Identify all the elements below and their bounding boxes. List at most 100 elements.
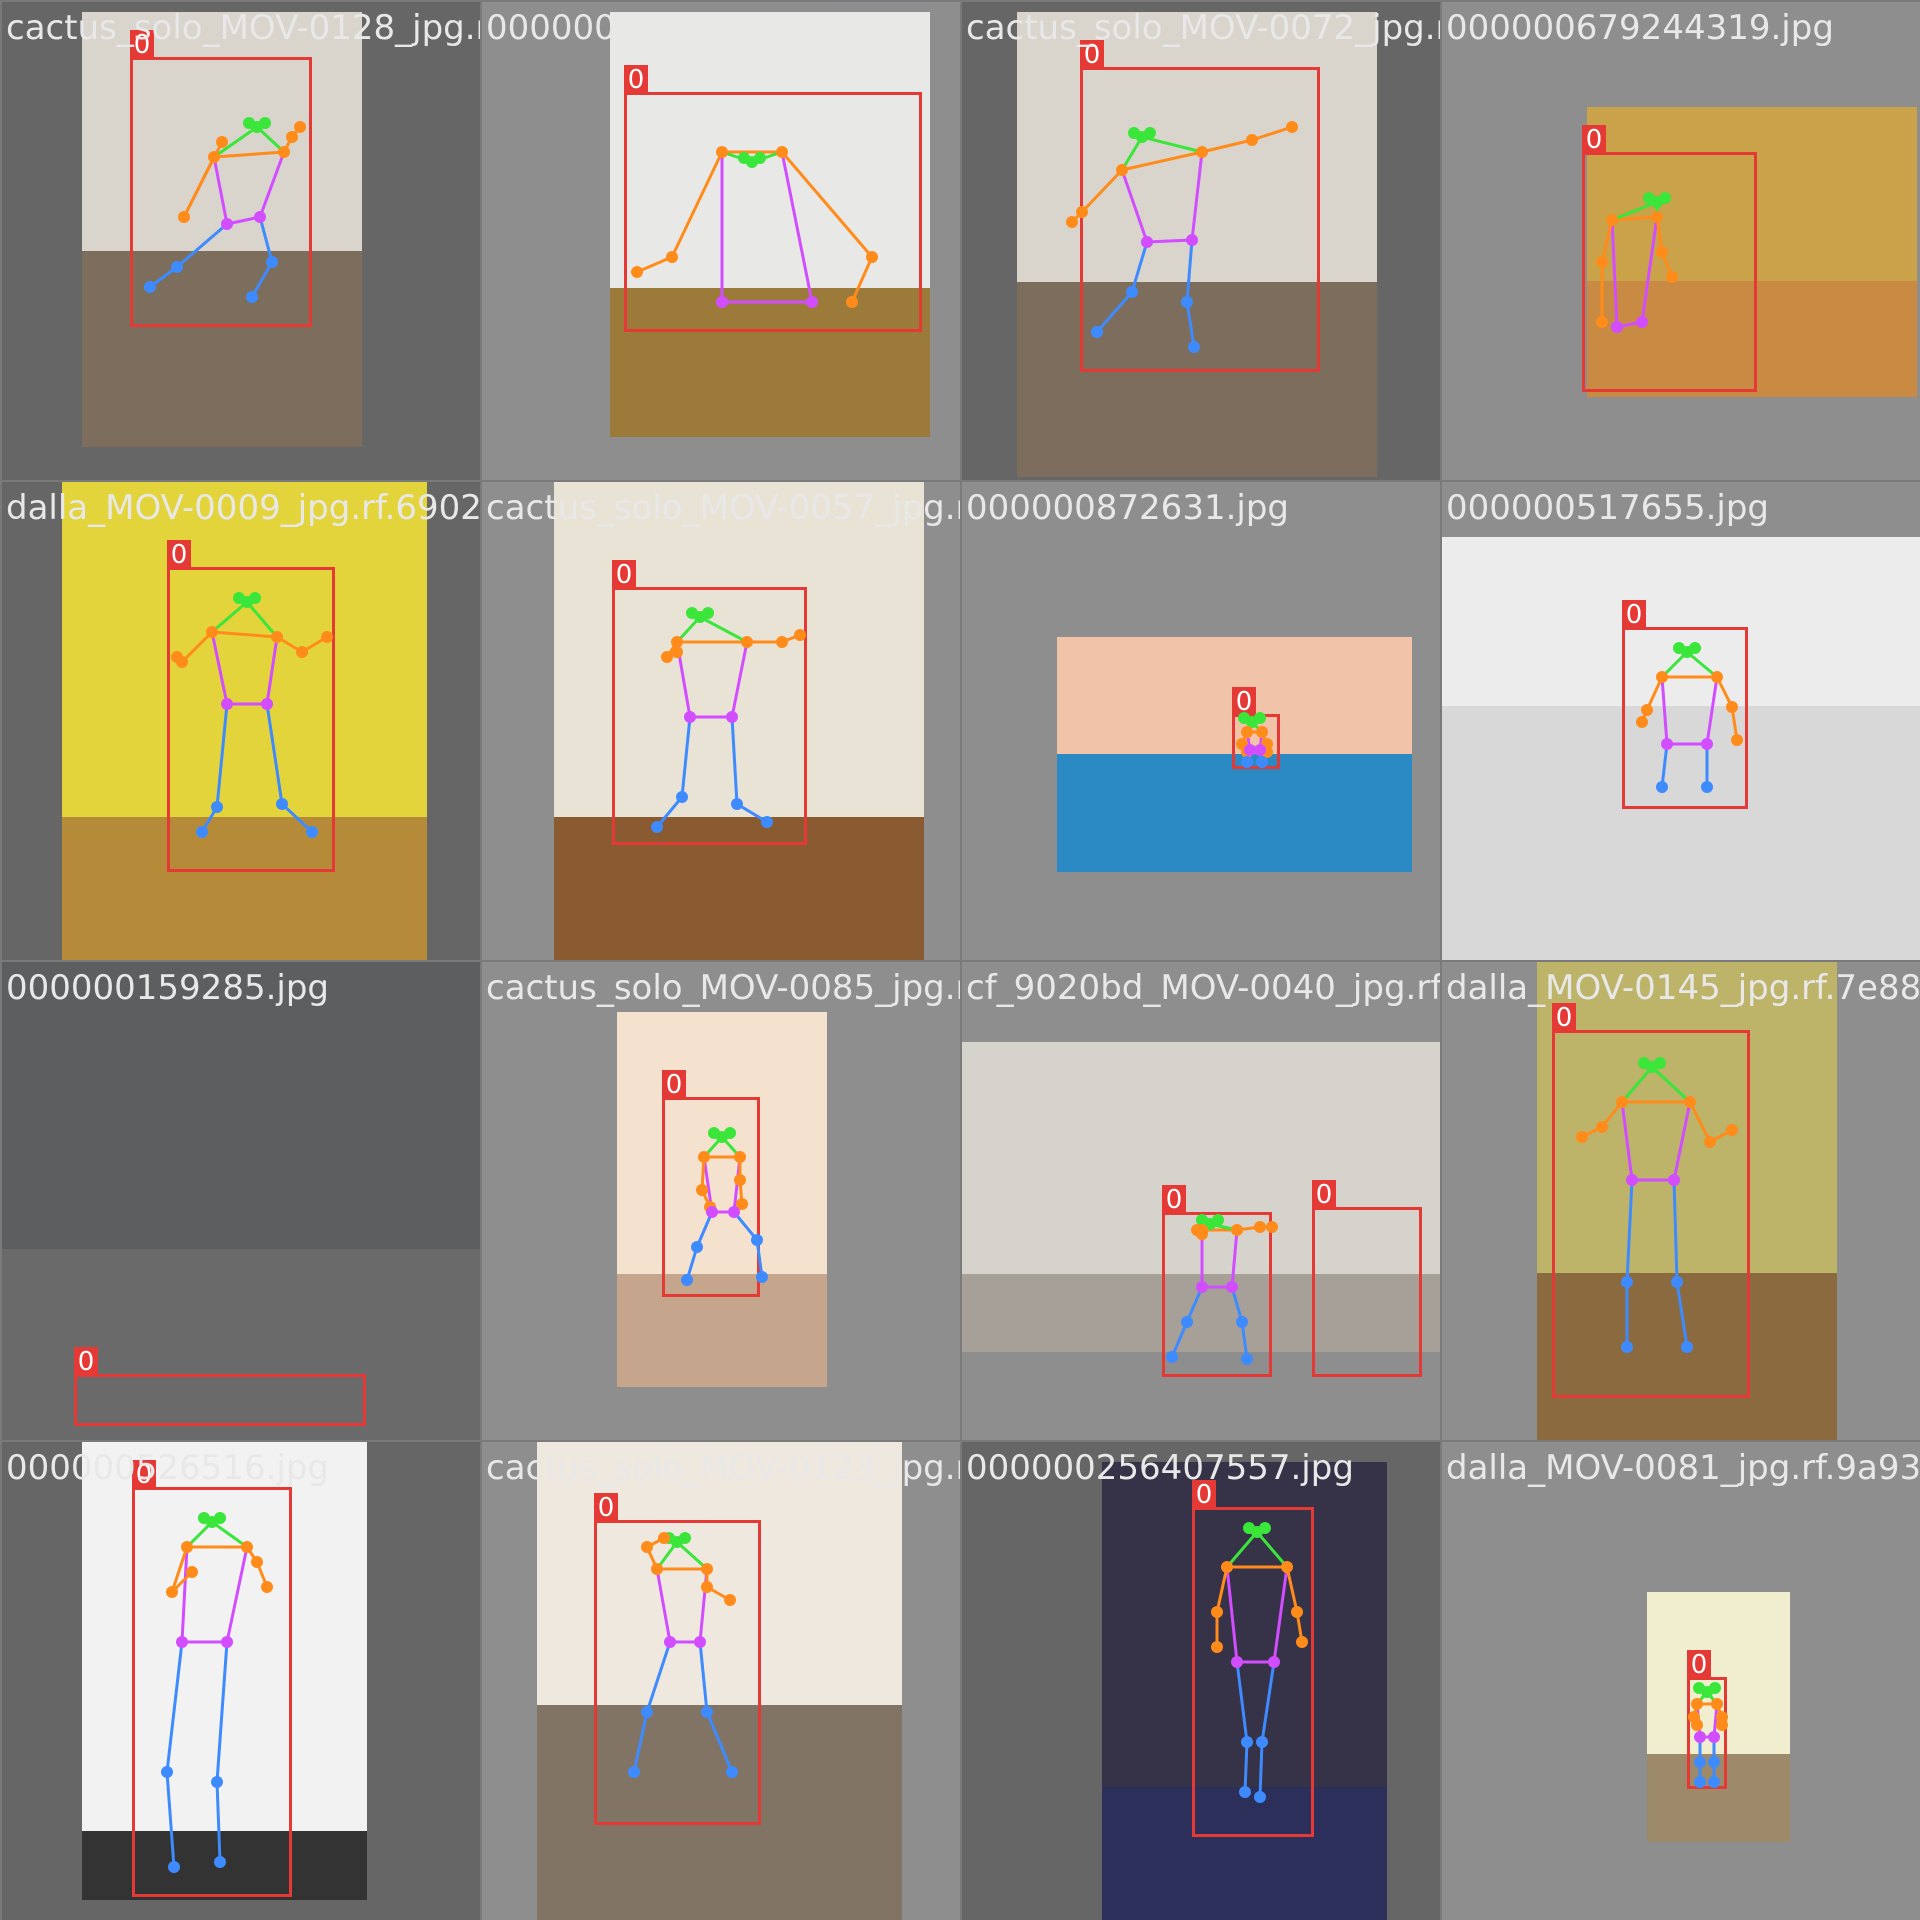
- knee-keypoint: [1126, 286, 1138, 298]
- shoulder-keypoint: [181, 1541, 193, 1553]
- hip-keypoint: [664, 1636, 676, 1648]
- eye-keypoint: [708, 1127, 720, 1139]
- elbow-keypoint: [776, 636, 788, 648]
- arm-bone: [1688, 1101, 1712, 1143]
- shoulder-keypoint: [208, 151, 220, 163]
- wrist-keypoint: [261, 1581, 273, 1593]
- elbow-keypoint: [1076, 206, 1088, 218]
- image-tile: 0 cactus_solo_MOV-0072_jpg.rf.: [962, 2, 1440, 480]
- wrist-keypoint: [1731, 734, 1743, 746]
- image-tile: 00cf_9020bd_MOV-0040_jpg.rf.1f6816_2073a…: [962, 962, 1440, 1440]
- shoulder-keypoint: [1606, 214, 1618, 226]
- torso-line: [730, 641, 749, 718]
- filename-label: 000000256407557.jpg: [966, 1448, 1354, 1488]
- wrist-keypoint: [1576, 1131, 1588, 1143]
- ankle-keypoint: [1188, 341, 1200, 353]
- shoulder-keypoint: [701, 1563, 713, 1575]
- neck-line: [211, 1520, 248, 1549]
- ankle-keypoint: [681, 1274, 693, 1286]
- pose-skeleton: [1636, 642, 1743, 793]
- arm-bone: [670, 151, 724, 258]
- arm-bone: [1285, 1566, 1299, 1613]
- torso-line: [1620, 1101, 1634, 1181]
- knee-keypoint: [1241, 756, 1253, 768]
- ankle-keypoint: [306, 826, 318, 838]
- image-tile: 0 cactus_solo_MOV-0128_jpg.rf.: [2, 2, 480, 480]
- thigh-bone: [1235, 1661, 1249, 1743]
- hip-keypoint: [1231, 1656, 1243, 1668]
- eye-keypoint: [249, 592, 261, 604]
- ankle-keypoint: [726, 1766, 738, 1778]
- torso-line: [1190, 151, 1204, 241]
- eye-keypoint: [198, 1512, 210, 1524]
- knee-keypoint: [211, 801, 223, 813]
- class-label: 0: [74, 1347, 98, 1377]
- knee-keypoint: [276, 798, 288, 810]
- wrist-keypoint: [1211, 1641, 1223, 1653]
- filename-label: cactus_solo_MOV-0085_jpg.rf.: [486, 968, 960, 1008]
- pose-skeleton: [171, 592, 333, 838]
- eye-keypoint: [1659, 192, 1671, 204]
- wrist-keypoint: [1596, 316, 1608, 328]
- thigh-bone: [265, 703, 284, 805]
- filename-label: 000000526516.jpg: [6, 1448, 329, 1488]
- knee-keypoint: [751, 1234, 763, 1246]
- wrist-keypoint: [216, 136, 228, 148]
- image-tile: 0 000000679244319.jpg: [1442, 2, 1920, 480]
- ankle-keypoint: [1694, 1776, 1706, 1788]
- ankle-keypoint: [144, 281, 156, 293]
- pose-skeleton: [1166, 1214, 1278, 1365]
- knee-keypoint: [1181, 1316, 1193, 1328]
- eye-keypoint: [233, 592, 245, 604]
- shin-bone: [1185, 301, 1196, 348]
- pose-skeleton: [1576, 1057, 1738, 1353]
- ankle-keypoint: [1621, 1341, 1633, 1353]
- filename-label: cactus_solo_MOV-0072_jpg.rf.: [966, 8, 1440, 48]
- shoulder-keypoint: [1684, 1096, 1696, 1108]
- shin-bone: [1243, 1741, 1249, 1793]
- shin-bone: [1675, 1281, 1689, 1348]
- image-tile: 0 dalla_MOV-0081_jpg.rf.9a93: [1442, 1442, 1920, 1920]
- elbow-keypoint: [696, 1184, 708, 1196]
- thigh-bone: [1672, 1179, 1679, 1283]
- ankle-keypoint: [1239, 1786, 1251, 1798]
- knee-keypoint: [641, 1706, 653, 1718]
- hip-keypoint: [716, 296, 728, 308]
- hip-line: [1146, 238, 1193, 244]
- elbow-keypoint: [1596, 256, 1608, 268]
- image-grid: 0 cactus_solo_MOV-0128_jpg.rf. 0 0000000312…: [0, 0, 1920, 1920]
- filename-label: 000000679244319.jpg: [1446, 8, 1834, 48]
- shoulder-keypoint: [1656, 671, 1668, 683]
- shoulder-keypoint: [716, 146, 728, 158]
- ankle-keypoint: [651, 821, 663, 833]
- ankle-keypoint: [168, 1861, 180, 1873]
- image-tile: 0 dalla_MOV-0145_jpg.rf.7e88: [1442, 962, 1920, 1440]
- image-tile: 0 cactus_solo_MOV-0123_jpg.rf.: [482, 1442, 960, 1920]
- wrist-keypoint: [1286, 121, 1298, 133]
- torso-line: [1640, 216, 1659, 323]
- hip-keypoint: [1196, 1281, 1208, 1293]
- arm-bone: [1600, 219, 1614, 263]
- shoulder-line: [211, 630, 278, 639]
- elbow-keypoint: [734, 1174, 746, 1186]
- knee-keypoint: [676, 791, 688, 803]
- pose-skeleton: [631, 146, 878, 308]
- hip-keypoint: [261, 698, 273, 710]
- filename-label: dalla_MOV-0145_jpg.rf.7e88: [1446, 968, 1920, 1008]
- eye-keypoint: [1259, 1522, 1271, 1534]
- image-tile: 0 000000517655.jpg: [1442, 482, 1920, 960]
- knee-keypoint: [211, 1776, 223, 1788]
- shoulder-keypoint: [1231, 1224, 1243, 1236]
- shin-bone: [632, 1711, 649, 1773]
- knee-keypoint: [1671, 1276, 1683, 1288]
- knee-keypoint: [1694, 1756, 1706, 1768]
- shoulder-keypoint: [698, 1151, 710, 1163]
- torso-line: [1225, 1566, 1239, 1663]
- shoulder-keypoint: [1711, 1698, 1723, 1710]
- neck-line: [1141, 135, 1203, 154]
- filename-label: cf_9020bd_MOV-0040_jpg.rf.1f6816_2073a0c…: [966, 968, 1440, 1008]
- elbow-keypoint: [1704, 1136, 1716, 1148]
- hip-keypoint: [684, 711, 696, 723]
- eye-keypoint: [259, 117, 271, 129]
- neck-line: [1650, 1065, 1692, 1104]
